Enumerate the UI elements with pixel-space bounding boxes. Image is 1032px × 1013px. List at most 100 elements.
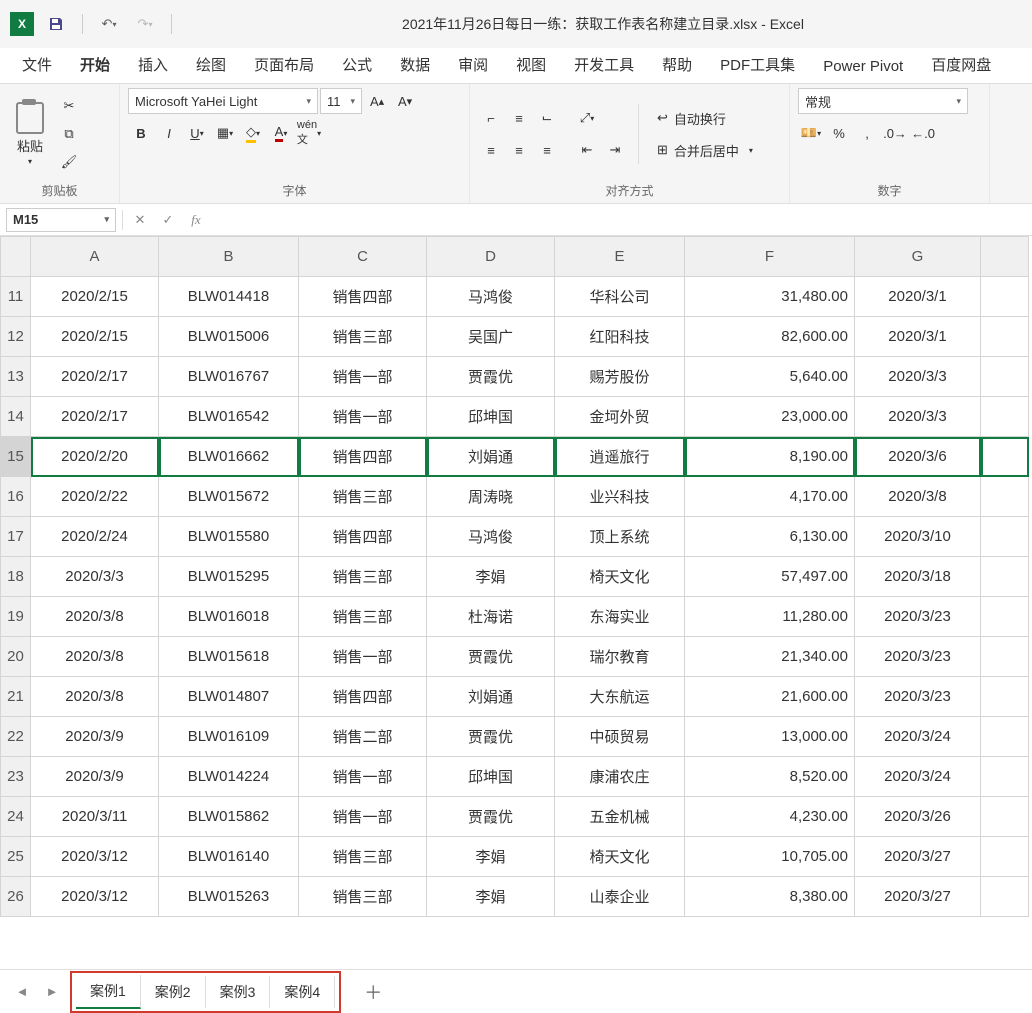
cell[interactable] (981, 637, 1029, 677)
cell[interactable]: 椅天文化 (555, 837, 685, 877)
row-header[interactable]: 24 (1, 797, 31, 837)
paste-button[interactable]: 粘贴 ▾ (8, 96, 52, 172)
spreadsheet-grid[interactable]: ABCDEFG112020/2/15BLW014418销售四部马鸿俊华科公司31… (0, 236, 1032, 969)
confirm-formula-button[interactable]: ✓ (157, 212, 179, 228)
cell[interactable]: BLW015862 (159, 797, 299, 837)
cell[interactable]: BLW014418 (159, 277, 299, 317)
cell[interactable]: 82,600.00 (685, 317, 855, 357)
cell[interactable]: 6,130.00 (685, 517, 855, 557)
cell[interactable]: 5,640.00 (685, 357, 855, 397)
cell[interactable]: 2020/3/12 (31, 837, 159, 877)
cell[interactable]: 2020/3/11 (31, 797, 159, 837)
cell[interactable]: 2020/3/9 (31, 717, 159, 757)
fill-color-button[interactable]: ◇▾ (240, 120, 266, 146)
increase-font-button[interactable]: A▴ (364, 88, 390, 114)
merge-center-button[interactable]: ⊞合并后居中▾ (649, 137, 761, 163)
sheet-nav-prev[interactable]: ◄ (10, 980, 34, 1004)
align-bottom-button[interactable]: ⌙ (534, 105, 560, 131)
cell[interactable]: 五金机械 (555, 797, 685, 837)
cell[interactable]: BLW014224 (159, 757, 299, 797)
number-format-select[interactable]: 常规▾ (798, 88, 968, 114)
cell[interactable]: 华科公司 (555, 277, 685, 317)
cell[interactable]: 销售一部 (299, 397, 427, 437)
ribbon-tab-4[interactable]: 页面布局 (242, 46, 326, 83)
cell[interactable] (981, 597, 1029, 637)
cell[interactable] (981, 357, 1029, 397)
font-size-select[interactable]: 11▾ (320, 88, 362, 114)
cell[interactable]: 2020/3/6 (855, 437, 981, 477)
cell[interactable]: 杜海诺 (427, 597, 555, 637)
percent-button[interactable]: % (826, 120, 852, 146)
align-middle-button[interactable]: ≡ (506, 105, 532, 131)
cell[interactable]: 瑞尔教育 (555, 637, 685, 677)
font-name-select[interactable]: Microsoft YaHei Light▾ (128, 88, 318, 114)
increase-indent-button[interactable]: ⇥ (602, 137, 628, 163)
cell[interactable]: 57,497.00 (685, 557, 855, 597)
cell[interactable]: 销售四部 (299, 437, 427, 477)
row-header[interactable]: 18 (1, 557, 31, 597)
row-header[interactable]: 21 (1, 677, 31, 717)
row-header[interactable]: 22 (1, 717, 31, 757)
sheet-tab[interactable]: 案例1 (76, 975, 141, 1009)
select-all-corner[interactable] (1, 237, 31, 277)
cell[interactable]: 销售三部 (299, 317, 427, 357)
cell[interactable]: 2020/3/12 (31, 877, 159, 917)
ribbon-tab-0[interactable]: 文件 (10, 46, 64, 83)
row-header[interactable]: 17 (1, 517, 31, 557)
cell[interactable]: 马鸿俊 (427, 517, 555, 557)
cell[interactable]: 贾霞优 (427, 637, 555, 677)
cell[interactable]: 2020/2/15 (31, 277, 159, 317)
ribbon-tab-5[interactable]: 公式 (330, 46, 384, 83)
row-header[interactable]: 16 (1, 477, 31, 517)
cell[interactable] (981, 477, 1029, 517)
bold-button[interactable]: B (128, 120, 154, 146)
cell[interactable]: BLW015295 (159, 557, 299, 597)
cell[interactable]: 贾霞优 (427, 797, 555, 837)
row-header[interactable]: 26 (1, 877, 31, 917)
cell[interactable] (981, 317, 1029, 357)
ribbon-tab-6[interactable]: 数据 (388, 46, 442, 83)
ribbon-tab-9[interactable]: 开发工具 (562, 46, 646, 83)
accounting-format-button[interactable]: 💴▾ (798, 120, 824, 146)
cell[interactable]: 销售二部 (299, 717, 427, 757)
column-header[interactable]: D (427, 237, 555, 277)
cell[interactable]: 2020/3/24 (855, 757, 981, 797)
cell[interactable]: 8,190.00 (685, 437, 855, 477)
cell[interactable]: 2020/3/1 (855, 277, 981, 317)
cell[interactable]: 2020/3/10 (855, 517, 981, 557)
cell[interactable]: BLW016140 (159, 837, 299, 877)
italic-button[interactable]: I (156, 120, 182, 146)
cell[interactable]: 赐芳股份 (555, 357, 685, 397)
cell[interactable]: 2020/3/8 (31, 637, 159, 677)
cell[interactable]: 2020/2/24 (31, 517, 159, 557)
cell[interactable]: 康浦农庄 (555, 757, 685, 797)
cell[interactable]: 销售四部 (299, 517, 427, 557)
cell[interactable]: BLW015672 (159, 477, 299, 517)
cell[interactable]: 椅天文化 (555, 557, 685, 597)
cell[interactable]: BLW014807 (159, 677, 299, 717)
cell[interactable]: 东海实业 (555, 597, 685, 637)
cell[interactable]: 2020/2/17 (31, 357, 159, 397)
align-right-button[interactable]: ≡ (534, 137, 560, 163)
cell[interactable]: 中硕贸易 (555, 717, 685, 757)
increase-decimal-button[interactable]: .0→ (882, 120, 908, 146)
cell[interactable]: 4,230.00 (685, 797, 855, 837)
cell[interactable]: 销售一部 (299, 357, 427, 397)
cell[interactable] (981, 437, 1029, 477)
cell[interactable] (981, 757, 1029, 797)
column-header[interactable]: C (299, 237, 427, 277)
cell[interactable]: 2020/2/15 (31, 317, 159, 357)
align-center-button[interactable]: ≡ (506, 137, 532, 163)
cell[interactable]: 顶上系统 (555, 517, 685, 557)
cell[interactable]: BLW016018 (159, 597, 299, 637)
decrease-decimal-button[interactable]: ←.0 (910, 120, 936, 146)
cell[interactable]: BLW015263 (159, 877, 299, 917)
cell[interactable]: 2020/3/18 (855, 557, 981, 597)
cell[interactable]: 销售一部 (299, 797, 427, 837)
cell[interactable]: BLW016109 (159, 717, 299, 757)
cell[interactable]: 4,170.00 (685, 477, 855, 517)
row-header[interactable]: 13 (1, 357, 31, 397)
align-left-button[interactable]: ≡ (478, 137, 504, 163)
cell[interactable]: BLW016662 (159, 437, 299, 477)
ribbon-tab-3[interactable]: 绘图 (184, 46, 238, 83)
